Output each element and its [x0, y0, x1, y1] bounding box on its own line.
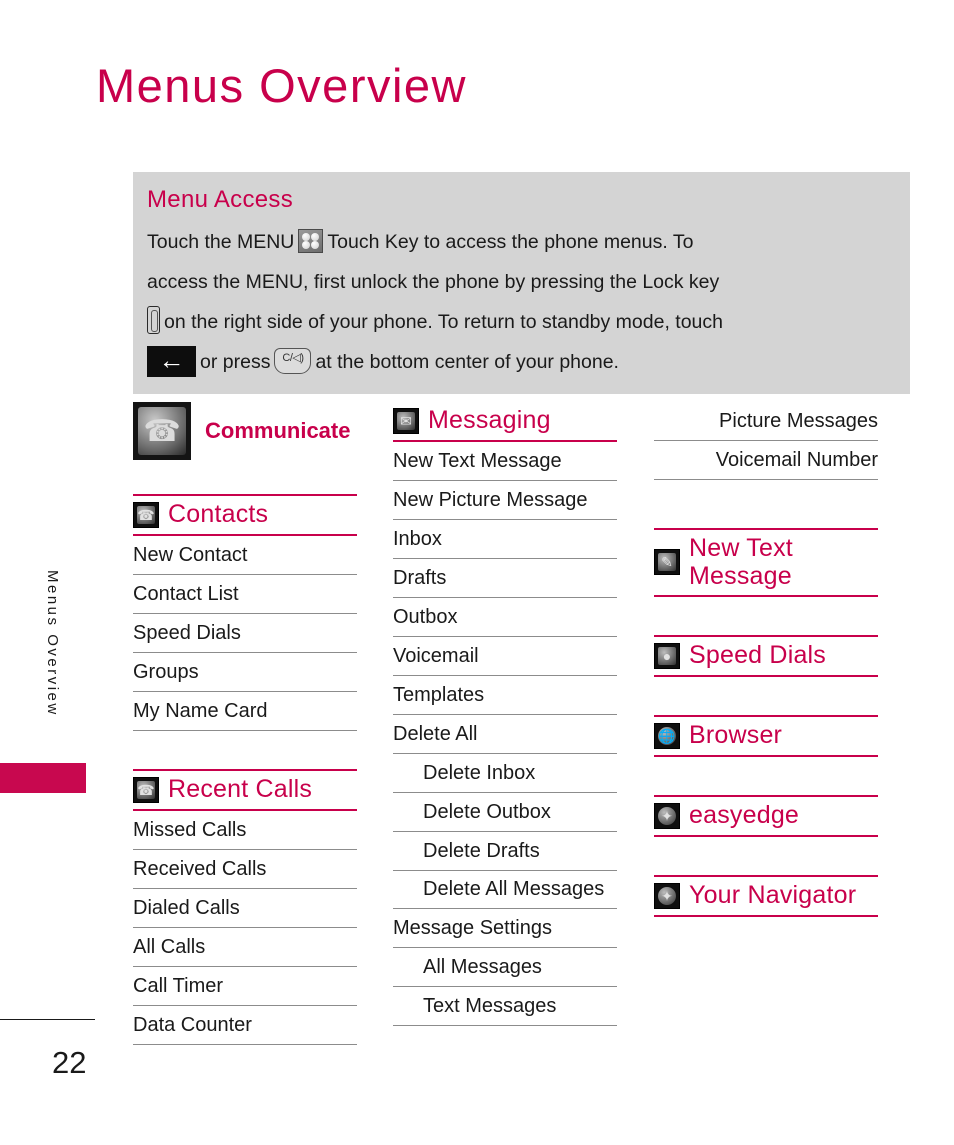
- column-right: Picture Messages Voicemail Number ✎ New …: [654, 402, 878, 917]
- column-middle: ✉ Messaging New Text Message New Picture…: [393, 402, 617, 1026]
- section-header-messaging[interactable]: ✉ Messaging: [393, 402, 617, 440]
- callout-line-4: or press C/◁) at the bottom center of your…: [147, 342, 898, 382]
- callout-line-1: Touch the MENU Touch Key to access the ph…: [147, 222, 898, 262]
- phone-handset-icon: ☎: [133, 402, 191, 460]
- list-item[interactable]: Inbox: [393, 520, 617, 559]
- page-number: 22: [52, 1045, 87, 1080]
- callout-title: Menu Access: [147, 186, 294, 213]
- list-item[interactable]: Missed Calls: [133, 811, 357, 850]
- contact-card-icon: ☎: [133, 501, 159, 528]
- list-item[interactable]: New Text Message: [393, 442, 617, 481]
- section-label-easyedge: easyedge: [689, 801, 800, 829]
- list-item[interactable]: Drafts: [393, 559, 617, 598]
- section-your-navigator: ✦ Your Navigator: [654, 875, 878, 917]
- list-item[interactable]: Templates: [393, 676, 617, 715]
- callout-line-1-a: Touch the MENU: [147, 231, 295, 253]
- section-header-easyedge[interactable]: ✦ easyedge: [654, 797, 878, 835]
- section-header-browser[interactable]: 🌐 Browser: [654, 717, 878, 755]
- list-item[interactable]: Voicemail Number: [654, 441, 878, 480]
- callout-body: Touch the MENU Touch Key to access the ph…: [147, 222, 898, 382]
- list-item[interactable]: Delete Drafts: [393, 832, 617, 871]
- messaging-continued: Picture Messages Voicemail Number: [654, 402, 878, 480]
- list-item[interactable]: Dialed Calls: [133, 889, 357, 928]
- section-label-speed-dials: Speed Dials: [689, 641, 827, 669]
- list-item[interactable]: Delete All: [393, 715, 617, 754]
- list-item[interactable]: Text Messages: [393, 987, 617, 1026]
- manual-page: Menus Overview Menus Overview 22 Menu Ac…: [0, 0, 954, 1145]
- list-item[interactable]: New Picture Message: [393, 481, 617, 520]
- section-label-line-2: Message: [689, 562, 792, 590]
- callout-line-3: on the right side of your phone. To retu…: [147, 302, 898, 342]
- list-item[interactable]: Delete All Messages: [393, 871, 617, 909]
- list-item[interactable]: New Contact: [133, 536, 357, 575]
- list-item[interactable]: Outbox: [393, 598, 617, 637]
- easyedge-star-icon: ✦: [654, 802, 680, 829]
- list-item[interactable]: Voicemail: [393, 637, 617, 676]
- section-speed-dials: ● Speed Dials: [654, 635, 878, 677]
- section-rule-bottom: [654, 915, 878, 917]
- callout-line-2: access the MENU, first unlock the phone …: [147, 271, 720, 293]
- list-item[interactable]: Delete Inbox: [393, 754, 617, 793]
- speed-dial-person-icon: ●: [654, 642, 680, 669]
- section-contacts: ☎ Contacts New Contact Contact List Spee…: [133, 494, 357, 731]
- list-item[interactable]: Delete Outbox: [393, 793, 617, 832]
- section-label-line-1: New Text: [689, 534, 793, 562]
- list-item[interactable]: Received Calls: [133, 850, 357, 889]
- list-item[interactable]: Speed Dials: [133, 614, 357, 653]
- callout-line-4-a: or press: [200, 351, 271, 373]
- section-header-contacts[interactable]: ☎ Contacts: [133, 496, 357, 534]
- clear-key-icon: C/◁): [274, 348, 312, 374]
- menu-access-callout: Menu Access Touch the MENU Touch Key to a…: [133, 172, 910, 394]
- section-header-recent-calls[interactable]: ☎ Recent Calls: [133, 771, 357, 809]
- list-item[interactable]: Contact List: [133, 575, 357, 614]
- list-item[interactable]: Call Timer: [133, 967, 357, 1006]
- callout-line-4-b: at the bottom center of your phone.: [315, 351, 619, 373]
- envelope-icon: ✉: [393, 407, 419, 434]
- section-header-new-text-message[interactable]: ✎ New Text Message: [654, 530, 878, 595]
- section-messaging: ✉ Messaging New Text Message New Picture…: [393, 402, 617, 1026]
- menu-hero-communicate[interactable]: ☎ Communicate: [133, 402, 357, 460]
- clear-key-label: C/◁): [282, 352, 304, 364]
- list-item[interactable]: My Name Card: [133, 692, 357, 731]
- recent-calls-icon: ☎: [133, 776, 159, 803]
- section-header-your-navigator[interactable]: ✦ Your Navigator: [654, 877, 878, 915]
- list-item[interactable]: Picture Messages: [654, 402, 878, 441]
- section-easyedge: ✦ easyedge: [654, 795, 878, 837]
- back-arrow-icon: [147, 343, 196, 377]
- list-item[interactable]: Message Settings: [393, 909, 617, 948]
- callout-line-3-text: on the right side of your phone. To retu…: [164, 311, 723, 333]
- section-label-new-text-message: New Text Message: [689, 534, 793, 590]
- section-browser: 🌐 Browser: [654, 715, 878, 757]
- list-item[interactable]: Data Counter: [133, 1006, 357, 1045]
- section-label-recent-calls: Recent Calls: [168, 775, 313, 803]
- compose-note-icon: ✎: [654, 549, 680, 575]
- section-label-messaging: Messaging: [428, 406, 551, 434]
- footer-divider: [0, 1019, 95, 1020]
- lock-key-icon: [147, 306, 160, 334]
- menu-grid-icon: [298, 229, 324, 253]
- globe-icon: 🌐: [654, 722, 680, 749]
- column-left: ☎ Communicate ☎ Contacts New Contact Con…: [133, 402, 357, 1045]
- section-tab-marker: [0, 763, 86, 793]
- section-label-browser: Browser: [689, 721, 783, 749]
- list-item[interactable]: All Messages: [393, 948, 617, 987]
- list-item[interactable]: All Calls: [133, 928, 357, 967]
- running-head-vertical: Menus Overview: [44, 570, 61, 717]
- section-new-text-message: ✎ New Text Message: [654, 528, 878, 597]
- compass-icon: ✦: [654, 882, 680, 909]
- callout-line-1-b: Touch Key to access the phone menus. To: [327, 231, 694, 253]
- section-label-your-navigator: Your Navigator: [689, 881, 857, 909]
- section-header-speed-dials[interactable]: ● Speed Dials: [654, 637, 878, 675]
- page-title: Menus Overview: [96, 59, 467, 112]
- list-item[interactable]: Groups: [133, 653, 357, 692]
- menu-hero-communicate-label: Communicate: [205, 418, 351, 443]
- section-recent-calls: ☎ Recent Calls Missed Calls Received Cal…: [133, 769, 357, 1045]
- section-label-contacts: Contacts: [168, 500, 269, 528]
